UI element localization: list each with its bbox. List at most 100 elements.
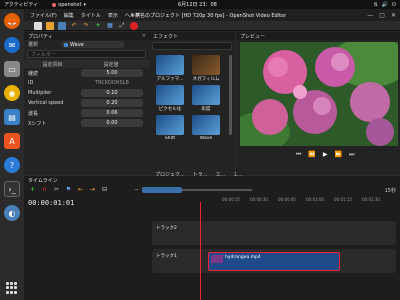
- rewind-icon[interactable]: ⏪: [308, 151, 315, 159]
- jump-start-icon[interactable]: ⏮: [296, 151, 301, 159]
- properties-filter-input[interactable]: フィルター: [27, 50, 146, 58]
- track-row[interactable]: トラック1 hydrangea.mp4: [152, 249, 396, 273]
- ruler-tick: 00:00:30: [250, 197, 268, 202]
- panel-close-icon[interactable]: ×: [142, 33, 146, 39]
- openshot-icon[interactable]: ◐: [4, 205, 20, 221]
- clock[interactable]: 6月12日 23：08: [178, 1, 217, 8]
- properties-title-label: プロパティ: [28, 33, 53, 40]
- effects-panel-title: エフェクト: [149, 32, 235, 40]
- table-row: 波長 0.06: [24, 108, 149, 118]
- wave-effect-icon: [64, 42, 69, 47]
- timeline-ruler[interactable]: 00:00:15 00:00:30 00:00:45 00:01:00 00:0…: [200, 197, 396, 209]
- clip-thumbnail: [211, 255, 223, 263]
- fast-forward-icon[interactable]: ⏩: [335, 151, 342, 159]
- center-timeline-icon[interactable]: ⊟: [101, 186, 108, 193]
- snapping-icon[interactable]: ∩: [41, 186, 48, 193]
- effect-item[interactable]: 彩度: [189, 85, 223, 113]
- system-tray[interactable]: ⇅ 🔊 ⏻: [374, 2, 396, 8]
- col-value: 設定値: [103, 61, 119, 68]
- menu-edit[interactable]: 編集: [64, 12, 74, 19]
- minimize-icon[interactable]: —: [367, 12, 373, 19]
- open-project-icon[interactable]: [46, 21, 54, 30]
- zoom-out-icon: －: [134, 187, 140, 193]
- track-row[interactable]: トラック2: [152, 221, 396, 245]
- network-icon: ⇅: [373, 1, 378, 8]
- add-track-icon[interactable]: +: [29, 186, 36, 193]
- undo-icon[interactable]: ↶: [70, 22, 78, 30]
- maximize-icon[interactable]: ▢: [379, 12, 385, 19]
- save-project-icon[interactable]: [58, 21, 66, 30]
- play-icon[interactable]: ▶: [323, 151, 328, 159]
- property-value[interactable]: 0.00: [81, 119, 143, 127]
- effect-item[interactable]: ネガフィルム: [189, 55, 223, 83]
- timeline-panel-title: タイムライン: [24, 176, 400, 184]
- track-label: トラック2: [156, 226, 177, 231]
- property-value[interactable]: 0.10: [81, 89, 143, 97]
- timeline-panel: タイムライン + ∩ ✂ ⚑ ⇤ ⇥ ⊟ － 15秒 00:00:01:01 0…: [24, 176, 400, 300]
- menu-view[interactable]: 表示: [108, 12, 118, 19]
- ruler-tick: 00:01:00: [306, 197, 324, 202]
- app-name-label: openshot: [58, 1, 82, 8]
- help-icon[interactable]: ?: [4, 157, 20, 173]
- thunderbird-icon[interactable]: ✉: [4, 37, 20, 53]
- new-project-icon[interactable]: [34, 21, 42, 30]
- effect-item[interactable]: アルファマ...: [153, 55, 187, 83]
- zoom-slider[interactable]: －: [134, 186, 253, 193]
- video-preview: [240, 42, 398, 146]
- ruler-tick: 00:01:30: [362, 197, 380, 202]
- jump-end-icon[interactable]: ⏭: [349, 151, 354, 159]
- property-name: 継続: [28, 70, 39, 77]
- next-marker-icon[interactable]: ⇥: [89, 186, 96, 193]
- firefox-icon[interactable]: 🦊: [4, 13, 20, 29]
- property-value[interactable]: 0.06: [81, 109, 143, 117]
- effect-thumbnail: [192, 115, 220, 135]
- redo-icon[interactable]: ↷: [82, 22, 90, 30]
- razor-icon[interactable]: ✂: [53, 186, 60, 193]
- terminal-icon[interactable]: ›_: [4, 181, 20, 197]
- show-applications-icon[interactable]: [6, 282, 18, 294]
- effect-item[interactable]: Shift: [153, 115, 187, 143]
- add-marker-icon[interactable]: ⚑: [65, 186, 72, 193]
- prev-marker-icon[interactable]: ⇤: [77, 186, 84, 193]
- effects-filter-input[interactable]: [152, 42, 232, 50]
- menu-file[interactable]: ファイル(F): [30, 12, 57, 19]
- app-menu[interactable]: openshot ▾: [52, 2, 86, 8]
- activities-button[interactable]: アクティビティ: [4, 1, 38, 8]
- openshot-small-icon: [52, 2, 57, 7]
- zoom-track[interactable]: [142, 186, 253, 193]
- software-center-icon[interactable]: A: [4, 133, 20, 149]
- ruler-tick: 00:01:15: [334, 197, 352, 202]
- property-value[interactable]: 5.00: [81, 69, 143, 77]
- title-bar: ファイル(F) 編集 タイトル 表示 ヘルプ ＊無名のプロジェクト [HD 72…: [24, 9, 400, 21]
- table-row: 継続 5.00: [24, 68, 149, 78]
- effect-item[interactable]: ピクセル化: [153, 85, 187, 113]
- window-controls: — ▢ ✕: [367, 12, 396, 19]
- preview-panel: プレビュー ⏮ ⏪ ▶ ⏩ ⏭: [236, 32, 400, 175]
- rhythmbox-icon[interactable]: ◉: [4, 85, 20, 101]
- property-value[interactable]: 0.20: [81, 99, 143, 107]
- menu-title[interactable]: タイトル: [81, 12, 101, 19]
- choose-profile-icon[interactable]: ▦: [106, 22, 114, 30]
- properties-table-header: 設定項目 設定値: [24, 60, 149, 68]
- property-name: 波長: [28, 110, 39, 117]
- zoom-handle[interactable]: [142, 186, 183, 193]
- close-icon[interactable]: ✕: [391, 12, 396, 19]
- timeline-title-label: タイムライン: [28, 177, 58, 184]
- files-icon[interactable]: ▭: [4, 61, 20, 77]
- fullscreen-icon[interactable]: ⤢: [118, 22, 126, 30]
- writer-icon[interactable]: ▤: [4, 109, 20, 125]
- menu-bar: ファイル(F) 編集 タイトル 表示 ヘルプ: [30, 12, 140, 19]
- timeline-clip[interactable]: hydrangea.mp4: [208, 252, 340, 271]
- col-property: 設定項目: [42, 61, 63, 68]
- export-video-icon[interactable]: [130, 21, 138, 30]
- ruler-tick: 00:00:45: [278, 197, 296, 202]
- playhead[interactable]: [200, 202, 201, 300]
- property-name: ID: [28, 80, 34, 86]
- selection-dropdown[interactable]: Wave: [62, 41, 125, 48]
- property-value: TRCKOOHSLB: [95, 80, 129, 86]
- import-files-icon[interactable]: +: [94, 22, 102, 30]
- volume-icon: 🔊: [381, 1, 389, 8]
- selection-label: 選択: [28, 42, 39, 48]
- effect-item[interactable]: Wave: [189, 115, 223, 143]
- effects-scrollbar[interactable]: [229, 55, 232, 135]
